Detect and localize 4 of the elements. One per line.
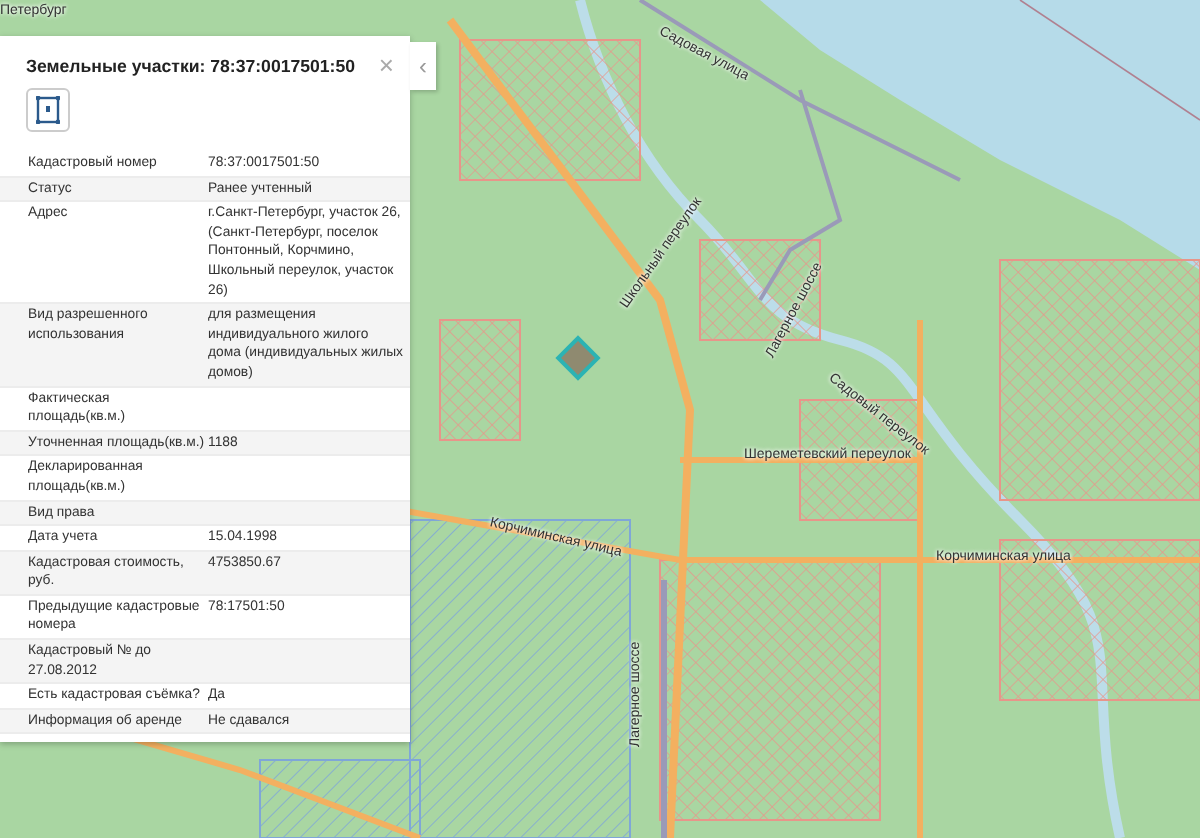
collapse-panel-button[interactable]: ‹ (410, 42, 436, 90)
panel-title: Земельные участки: 78:37:0017501:50 (26, 56, 356, 76)
close-button[interactable]: × (374, 54, 398, 78)
parcel-icon[interactable] (26, 88, 70, 132)
